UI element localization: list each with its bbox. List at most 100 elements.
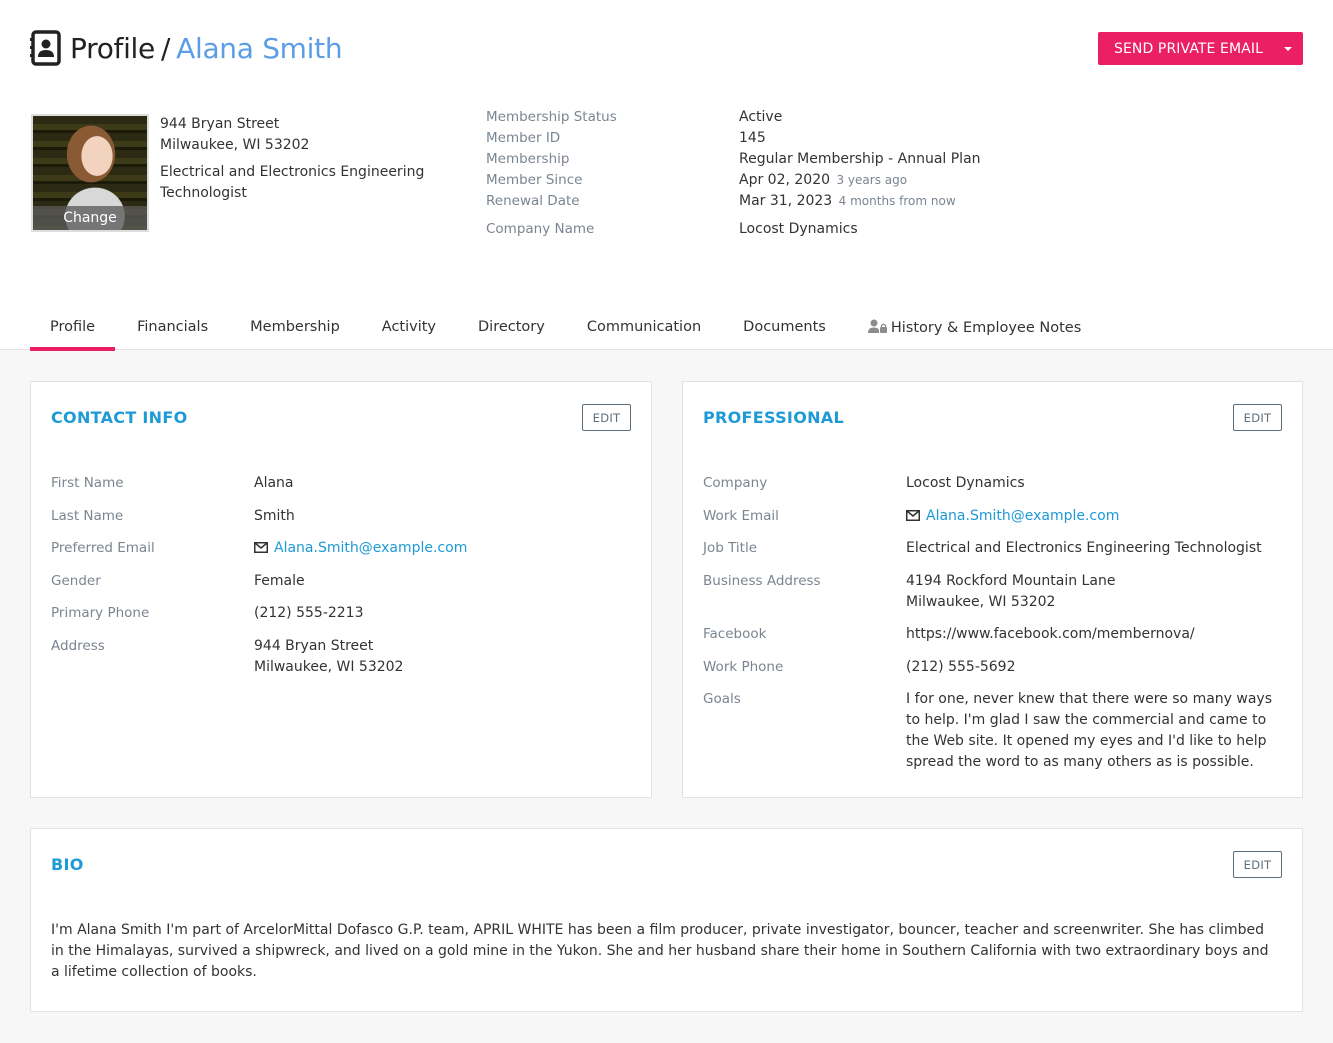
summary-row-membership: Membership Regular Membership - Annual P… bbox=[486, 149, 981, 170]
summary-row-company: Company Name Locost Dynamics bbox=[486, 219, 981, 240]
summary-label: Renewal Date bbox=[486, 193, 580, 209]
member-since-relative: 3 years ago bbox=[836, 173, 908, 187]
field-row-work-email: Work Email Alana.Smith@example.com bbox=[703, 506, 1282, 527]
tab-communication[interactable]: Communication bbox=[567, 309, 721, 350]
field-row-gender: Gender Female bbox=[51, 571, 631, 592]
work-email-value: Alana.Smith@example.com bbox=[906, 506, 1276, 527]
field-row-facebook: Facebook https://www.facebook.com/member… bbox=[703, 624, 1282, 645]
primary-phone-value: (212) 555-2213 bbox=[254, 605, 364, 621]
field-row-address: Address 944 Bryan Street Milwaukee, WI 5… bbox=[51, 636, 631, 678]
bio-text: I'm Alana Smith I'm part of ArcelorMitta… bbox=[51, 922, 1269, 980]
title-member-name: Alana Smith bbox=[176, 31, 343, 65]
professional-panel: PROFESSIONAL EDIT Company Locost Dynamic… bbox=[682, 381, 1303, 798]
page-title: Profile / Alana Smith bbox=[30, 30, 343, 66]
renewal-date-value: Mar 31, 2023 4 months from now bbox=[739, 191, 956, 212]
summary-address-line2: Milwaukee, WI 53202 bbox=[160, 137, 310, 153]
title-separator: / bbox=[160, 31, 171, 65]
membership-summary: Membership Status Active Member ID 145 M… bbox=[486, 107, 981, 240]
address-line2: Milwaukee, WI 53202 bbox=[254, 658, 404, 675]
summary-label: Membership bbox=[486, 151, 570, 167]
field-label: Work Phone bbox=[703, 658, 784, 675]
facebook-value: https://www.facebook.com/membernova/ bbox=[906, 626, 1195, 642]
address-line1: 944 Bryan Street bbox=[254, 637, 374, 654]
work-phone-value: (212) 555-5692 bbox=[906, 658, 1016, 675]
summary-row-renewal: Renewal Date Mar 31, 2023 4 months from … bbox=[486, 191, 981, 212]
tab-history-employee-notes[interactable]: History & Employee Notes bbox=[848, 309, 1101, 350]
field-label: Job Title bbox=[703, 540, 758, 556]
field-label: Preferred Email bbox=[51, 540, 155, 556]
envelope-icon bbox=[906, 509, 920, 521]
bio-title: BIO bbox=[51, 855, 84, 874]
summary-job-title: Electrical and Electronics Engineering T… bbox=[160, 164, 425, 201]
preferred-email-value: Alana.Smith@example.com bbox=[254, 538, 467, 559]
caret-down-icon[interactable] bbox=[1273, 32, 1303, 65]
field-label: Last Name bbox=[51, 507, 124, 524]
tab-profile[interactable]: Profile bbox=[30, 309, 116, 351]
contact-info-fields: First Name Alana Last Name Smith Preferr… bbox=[51, 473, 631, 689]
profile-header-area: Profile / Alana Smith SEND PRIVATE EMAIL C… bbox=[0, 0, 1333, 351]
field-label: Facebook bbox=[703, 626, 767, 642]
field-label: Address bbox=[51, 637, 105, 654]
summary-row-status: Membership Status Active bbox=[486, 107, 981, 128]
field-label: Goals bbox=[703, 691, 741, 707]
field-row-first-name: First Name Alana bbox=[51, 473, 631, 494]
change-photo-button[interactable]: Change bbox=[33, 206, 147, 230]
bio-panel: BIO EDIT I'm Alana Smith I'm part of Arc… bbox=[30, 828, 1303, 1012]
professional-title: PROFESSIONAL bbox=[703, 408, 844, 427]
member-since-date: Apr 02, 2020 bbox=[739, 172, 831, 188]
edit-professional-button[interactable]: EDIT bbox=[1233, 404, 1282, 431]
renewal-relative: 4 months from now bbox=[838, 194, 956, 208]
tab-membership[interactable]: Membership bbox=[230, 309, 360, 350]
edit-bio-button[interactable]: EDIT bbox=[1233, 851, 1282, 878]
preferred-email-link[interactable]: Alana.Smith@example.com bbox=[274, 540, 467, 556]
business-address-value: 4194 Rockford Mountain Lane Milwaukee, W… bbox=[906, 571, 1276, 613]
membership-value: Regular Membership - Annual Plan bbox=[739, 151, 981, 167]
summary-row-member-id: Member ID 145 bbox=[486, 128, 981, 149]
summary-address-line1: 944 Bryan Street bbox=[160, 116, 280, 132]
title-section: Profile bbox=[70, 31, 155, 65]
renewal-date: Mar 31, 2023 bbox=[739, 193, 833, 209]
tab-directory[interactable]: Directory bbox=[458, 309, 565, 350]
summary-label: Company Name bbox=[486, 221, 595, 237]
field-row-business-address: Business Address 4194 Rockford Mountain … bbox=[703, 571, 1282, 613]
field-row-company: Company Locost Dynamics bbox=[703, 473, 1282, 494]
tab-history-label: History & Employee Notes bbox=[890, 320, 1082, 336]
membership-status-value: Active bbox=[739, 109, 783, 125]
profile-tabs: Profile Financials Membership Activity D… bbox=[30, 309, 1103, 351]
address-value: 944 Bryan Street Milwaukee, WI 53202 bbox=[254, 636, 403, 678]
tab-documents[interactable]: Documents bbox=[723, 309, 846, 350]
company-name-value: Locost Dynamics bbox=[739, 221, 858, 237]
profile-photo: Change bbox=[31, 114, 149, 232]
business-address-line2: Milwaukee, WI 53202 bbox=[906, 593, 1056, 610]
summary-label: Member Since bbox=[486, 172, 583, 188]
user-lock-icon bbox=[867, 319, 887, 333]
field-label: Company bbox=[703, 475, 768, 491]
last-name-value: Smith bbox=[254, 507, 295, 524]
tab-activity[interactable]: Activity bbox=[362, 309, 456, 350]
field-row-primary-phone: Primary Phone (212) 555-2213 bbox=[51, 603, 631, 624]
business-address-line1: 4194 Rockford Mountain Lane bbox=[906, 572, 1116, 589]
field-label: Business Address bbox=[703, 572, 821, 589]
professional-fields: Company Locost Dynamics Work Email Alana… bbox=[703, 473, 1282, 785]
summary-address: 944 Bryan Street Milwaukee, WI 53202 Ele… bbox=[160, 114, 430, 204]
first-name-value: Alana bbox=[254, 475, 294, 491]
member-since-value: Apr 02, 2020 3 years ago bbox=[739, 170, 907, 191]
send-private-email-label[interactable]: SEND PRIVATE EMAIL bbox=[1098, 41, 1273, 57]
field-row-goals: Goals I for one, never knew that there w… bbox=[703, 689, 1282, 773]
field-row-preferred-email: Preferred Email Alana.Smith@example.com bbox=[51, 538, 631, 559]
field-row-job-title: Job Title Electrical and Electronics Eng… bbox=[703, 538, 1282, 559]
edit-contact-info-button[interactable]: EDIT bbox=[582, 404, 631, 431]
contact-info-title: CONTACT INFO bbox=[51, 408, 188, 427]
field-label: First Name bbox=[51, 475, 124, 491]
field-row-last-name: Last Name Smith bbox=[51, 506, 631, 527]
summary-label: Member ID bbox=[486, 130, 561, 146]
envelope-icon bbox=[254, 542, 268, 553]
send-private-email-button[interactable]: SEND PRIVATE EMAIL bbox=[1098, 32, 1303, 65]
field-label: Work Email bbox=[703, 507, 779, 524]
work-email-link[interactable]: Alana.Smith@example.com bbox=[926, 508, 1119, 524]
summary-row-member-since: Member Since Apr 02, 2020 3 years ago bbox=[486, 170, 981, 191]
contact-book-icon bbox=[30, 30, 61, 66]
field-row-work-phone: Work Phone (212) 555-5692 bbox=[703, 657, 1282, 678]
tab-financials[interactable]: Financials bbox=[117, 309, 228, 350]
contact-info-panel: CONTACT INFO EDIT First Name Alana Last … bbox=[30, 381, 652, 798]
